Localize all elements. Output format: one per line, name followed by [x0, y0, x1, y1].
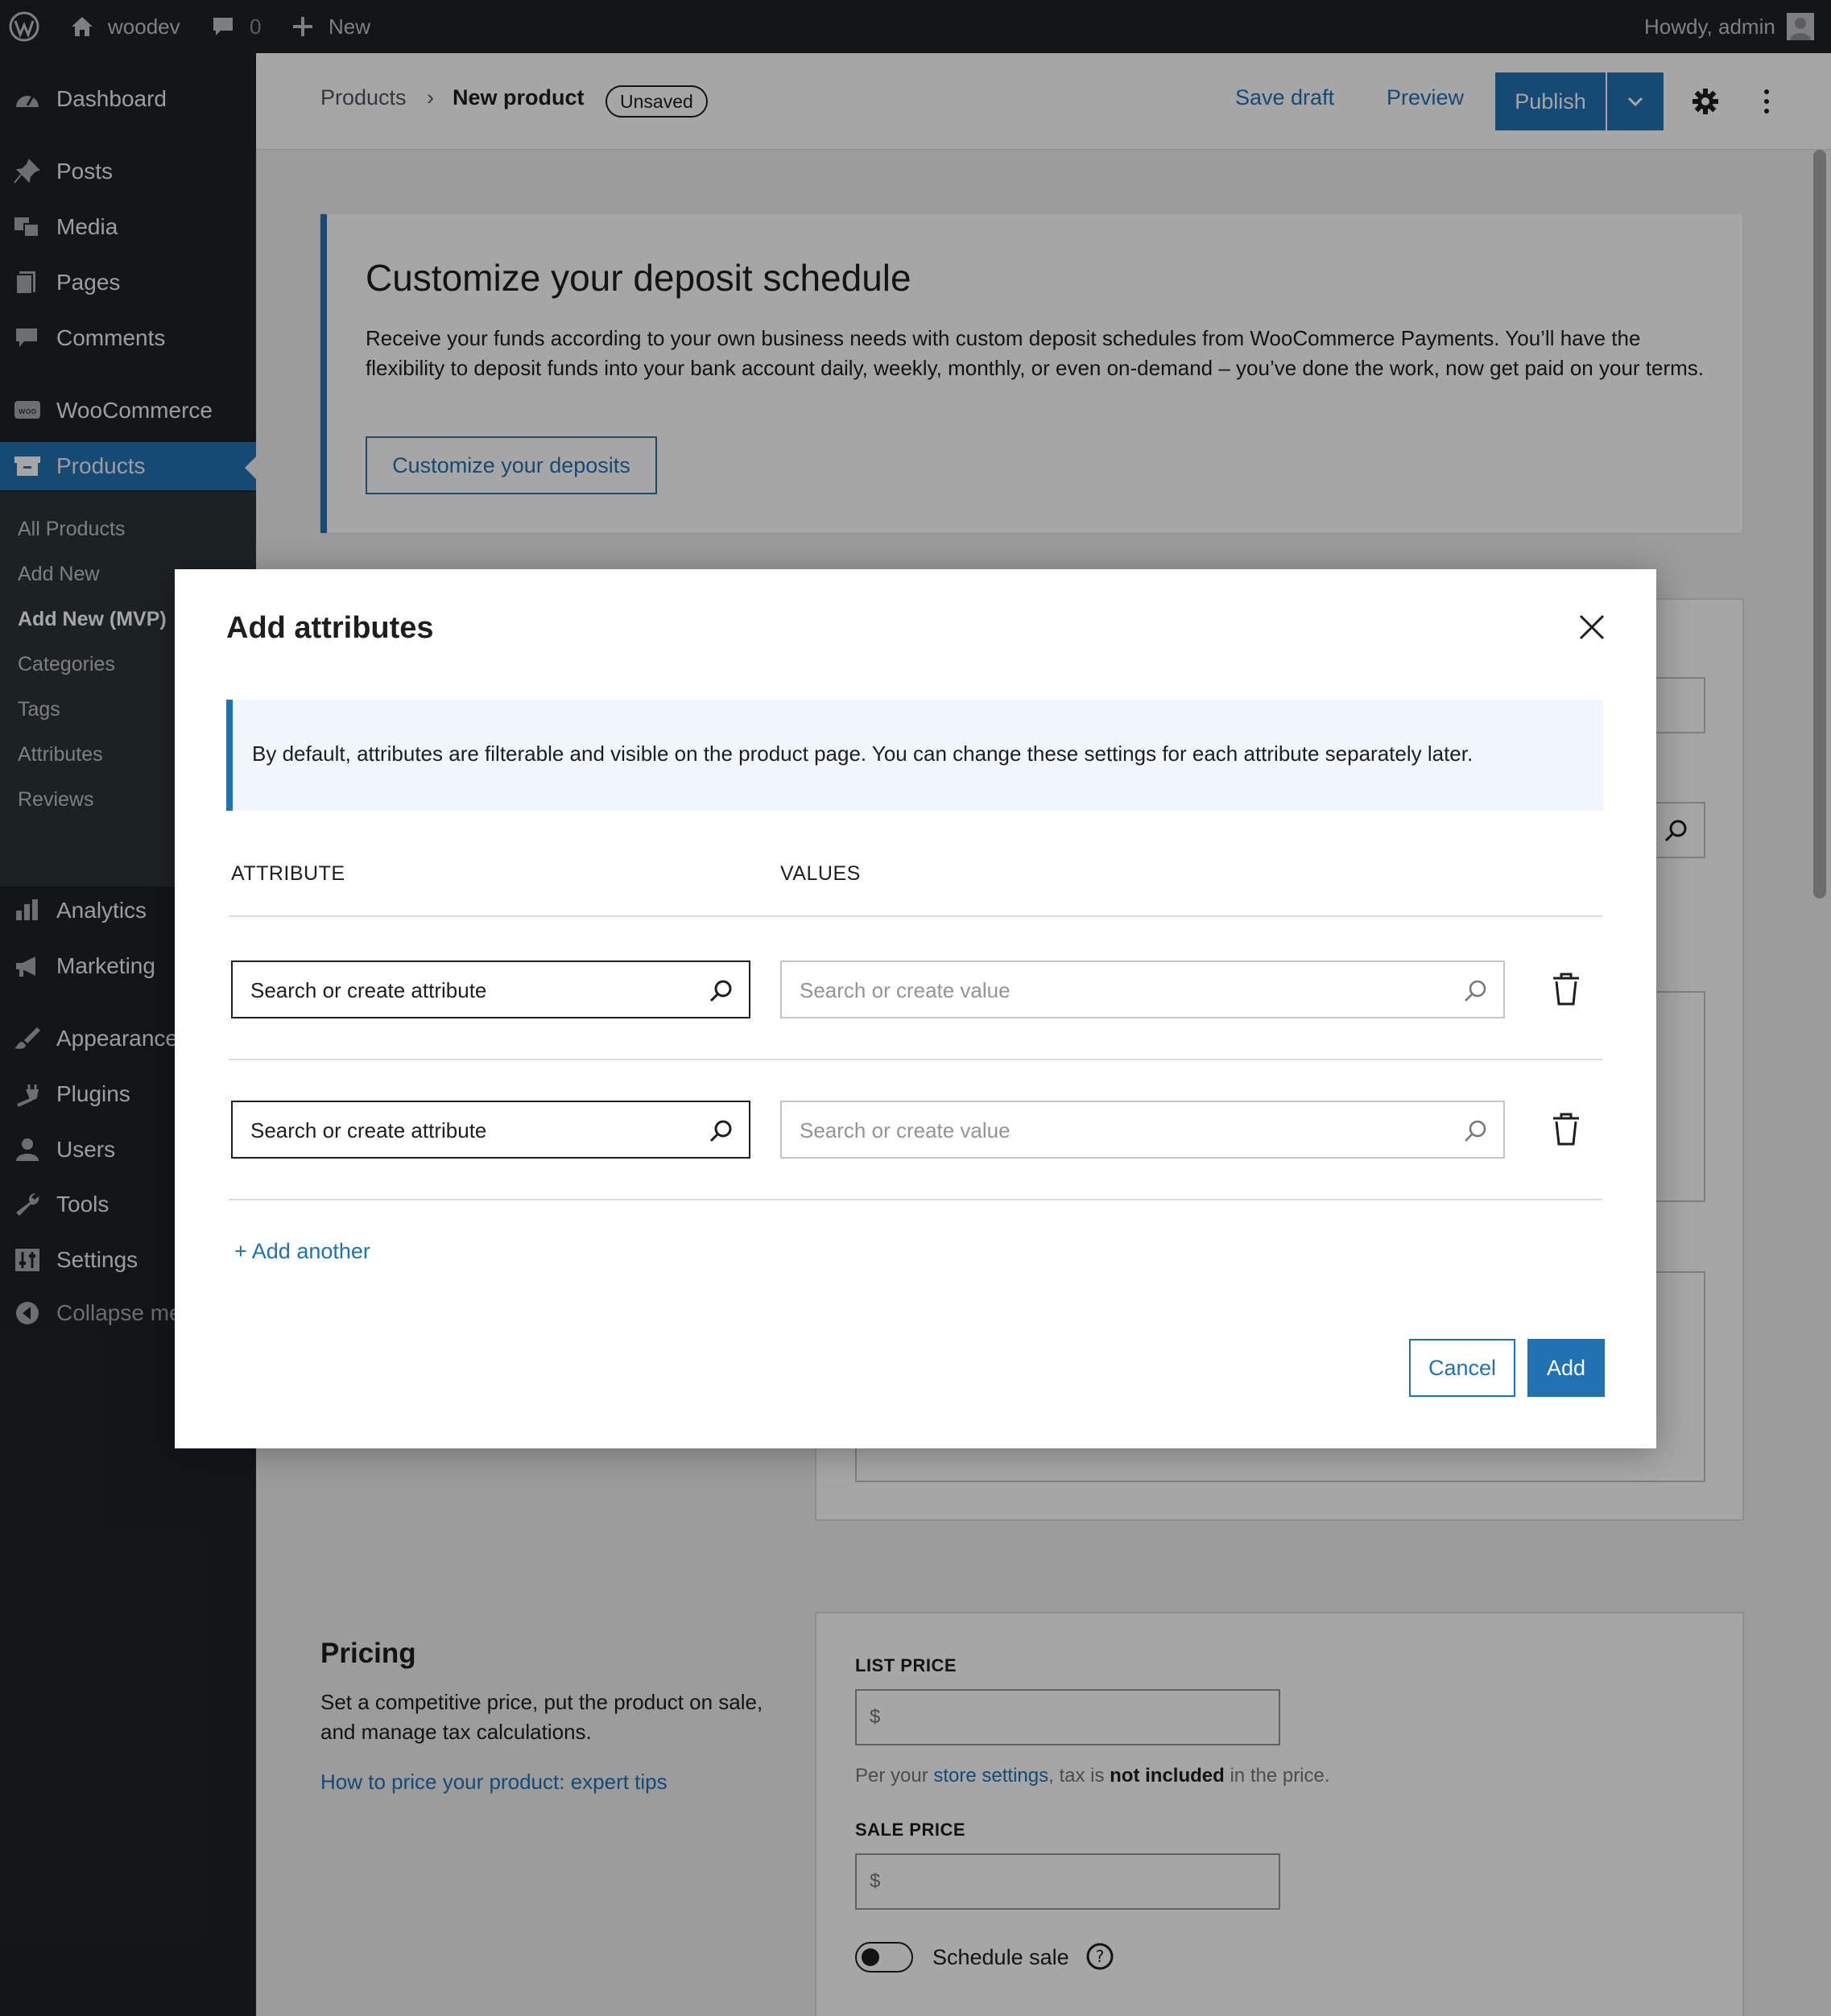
value-search-input[interactable]: Search or create value [780, 1101, 1505, 1159]
modal-title: Add attributes [226, 611, 434, 645]
search-icon [709, 1120, 732, 1142]
delete-row-button[interactable] [1550, 1112, 1582, 1147]
attribute-search-input[interactable]: Search or create attribute [231, 960, 750, 1018]
search-icon [709, 980, 732, 1002]
trash-icon [1553, 1113, 1579, 1146]
add-button[interactable]: Add [1527, 1339, 1605, 1397]
divider [229, 1199, 1602, 1200]
column-header-values: VALUES [780, 862, 861, 885]
page-scrollbar[interactable] [1813, 150, 1826, 899]
trash-icon [1553, 973, 1579, 1006]
cancel-button[interactable]: Cancel [1409, 1339, 1515, 1397]
add-attributes-modal: Add attributes By default, attributes ar… [175, 569, 1656, 1448]
divider [229, 1059, 1602, 1060]
notice-text: By default, attributes are filterable an… [252, 742, 1473, 766]
attribute-search-input[interactable]: Search or create attribute [231, 1101, 750, 1159]
search-icon [1465, 980, 1486, 1002]
search-icon [1465, 1120, 1486, 1142]
close-icon [1579, 614, 1605, 640]
close-button[interactable] [1576, 611, 1608, 643]
column-header-attribute: ATTRIBUTE [231, 862, 345, 885]
info-notice: By default, attributes are filterable an… [226, 700, 1603, 811]
value-search-input[interactable]: Search or create value [780, 960, 1505, 1018]
add-another-button[interactable]: + Add another [234, 1239, 370, 1264]
divider [229, 915, 1602, 917]
delete-row-button[interactable] [1550, 972, 1582, 1007]
